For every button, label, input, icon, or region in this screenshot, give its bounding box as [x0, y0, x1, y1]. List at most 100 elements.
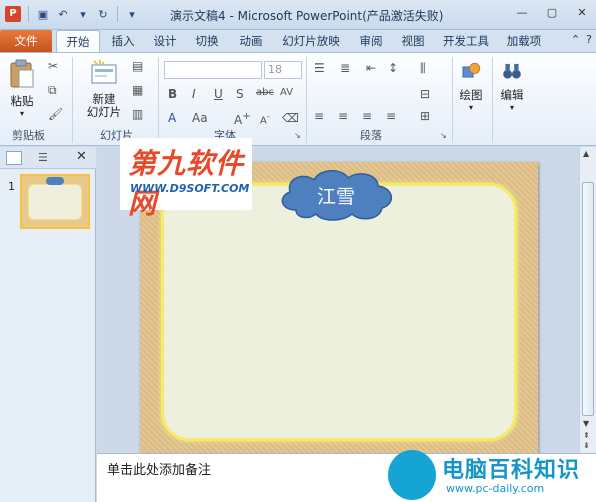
save-icon[interactable]: ▣ [35, 5, 51, 23]
title-bar: P ▣ ↶ ▾ ↻ ▾ 演示文稿4 - Microsoft PowerPoint… [0, 0, 596, 30]
group-separator [306, 57, 307, 143]
scroll-down-icon[interactable]: ▼ [583, 419, 589, 428]
scrollbar-thumb[interactable] [582, 182, 594, 416]
collapse-ribbon-icon[interactable]: ⌃ [571, 33, 580, 46]
slide-number: 1 [8, 180, 15, 193]
ribbon-help-area: ⌃ ? [571, 33, 592, 46]
char-spacing-icon[interactable]: AV [280, 87, 293, 98]
new-slide-button[interactable]: 新建 幻灯片 [82, 59, 126, 119]
paste-button[interactable]: 粘贴 ▾ [8, 59, 36, 118]
undo-icon[interactable]: ↶ [55, 5, 71, 23]
drawing-button[interactable]: 绘图 ▾ [458, 61, 484, 112]
thumbnail-frame [28, 184, 82, 220]
tab-addins[interactable]: 加载项 [504, 30, 544, 52]
copy-icon[interactable]: ⧉ [48, 83, 57, 98]
italic-icon[interactable]: I [192, 87, 196, 101]
paste-icon [10, 59, 34, 88]
paragraph-dialog-launcher-icon[interactable]: ↘ [440, 131, 447, 140]
group-separator [72, 57, 73, 143]
tab-slideshow[interactable]: 幻灯片放映 [280, 30, 342, 52]
bold-icon[interactable]: B [168, 87, 177, 101]
bullets-icon[interactable]: ☰ [314, 61, 325, 75]
font-size-combo[interactable]: 18 [264, 61, 302, 79]
text-direction-icon[interactable]: ⫼ [420, 61, 426, 76]
section-icon[interactable]: ▥ [132, 107, 143, 121]
minimize-icon[interactable]: — [514, 6, 530, 19]
redo-icon[interactable]: ↻ [95, 5, 111, 23]
new-slide-icon [91, 60, 117, 84]
thumbnail-cloud [46, 177, 64, 185]
tab-home[interactable]: 开始 [56, 30, 100, 52]
watermark-bottom-url: www.pc-daily.com [446, 482, 545, 495]
format-painter-icon[interactable]: 🖌 [48, 107, 63, 121]
smartart-icon[interactable]: ⊞ [420, 109, 430, 123]
align-text-icon[interactable]: ⊟ [420, 87, 430, 101]
underline-icon[interactable]: U [214, 87, 223, 101]
slide-thumbnail[interactable] [20, 174, 90, 229]
tab-view[interactable]: 视图 [398, 30, 428, 52]
help-icon[interactable]: ? [586, 33, 592, 46]
cloud-text[interactable]: 江雪 [274, 182, 398, 209]
close-icon[interactable]: ✕ [574, 6, 590, 19]
reset-icon[interactable]: ▦ [132, 83, 143, 97]
font-dialog-launcher-icon[interactable]: ↘ [294, 131, 301, 140]
drawing-dropdown-icon[interactable]: ▾ [469, 103, 473, 112]
ribbon-home: 粘贴 ▾ ✂ ⧉ 🖌 剪贴板 新建 幻灯片 ▤ ▦ ▥ 幻灯片 18 B I U… [0, 52, 596, 146]
qat-separator [28, 6, 29, 22]
numbering-icon[interactable]: ≣ [340, 61, 350, 75]
window-controls: — ▢ ✕ [514, 6, 590, 19]
drawing-icon [462, 62, 481, 78]
clipboard-group-label: 剪贴板 [12, 129, 45, 142]
qat-separator [117, 6, 118, 22]
vertical-scrollbar[interactable]: ▲ ▼ ⇞ ⇟ [579, 147, 596, 453]
tab-design[interactable]: 设计 [150, 30, 180, 52]
font-color-icon[interactable]: A [168, 111, 176, 125]
tab-transitions[interactable]: 切换 [192, 30, 222, 52]
customize-qat-icon[interactable]: ▾ [124, 5, 140, 23]
editing-label: 编辑 [500, 88, 524, 102]
layout-icon[interactable]: ▤ [132, 59, 143, 73]
font-name-combo[interactable] [164, 61, 262, 79]
window-title: 演示文稿4 - Microsoft PowerPoint(产品激活失败) [170, 9, 444, 23]
new-slide-label: 新建 幻灯片 [86, 92, 122, 119]
tab-insert[interactable]: 插入 [108, 30, 138, 52]
group-separator [492, 57, 493, 143]
justify-icon[interactable]: ≡ [386, 109, 396, 123]
shrink-font-icon[interactable]: A- [260, 111, 270, 126]
watermark-bottom: 电脑百科知识 www.pc-daily.com [388, 448, 596, 502]
line-spacing-icon[interactable]: ↕ [388, 61, 398, 75]
tab-slides[interactable] [6, 151, 22, 165]
change-case-icon[interactable]: Aa [192, 111, 208, 125]
editing-dropdown-icon[interactable]: ▾ [510, 103, 514, 112]
slides-panel: ☰ ✕ 1 [0, 147, 96, 502]
ribbon-tabs: 文件 开始 插入 设计 切换 动画 幻灯片放映 审阅 视图 开发工具 加载项 ⌃… [0, 30, 596, 52]
tab-review[interactable]: 审阅 [356, 30, 386, 52]
maximize-icon[interactable]: ▢ [544, 6, 560, 19]
strikethrough-icon[interactable]: abc [256, 87, 274, 98]
scroll-up-icon[interactable]: ▲ [583, 149, 589, 158]
cut-icon[interactable]: ✂ [48, 59, 58, 73]
align-center-icon[interactable]: ≡ [338, 109, 348, 123]
align-left-icon[interactable]: ≡ [314, 109, 324, 123]
grow-font-icon[interactable]: A+ [234, 111, 251, 127]
panel-close-icon[interactable]: ✕ [76, 149, 87, 164]
slides-panel-tabs: ☰ ✕ [0, 147, 96, 169]
outline-tab-icon[interactable]: ☰ [38, 151, 58, 165]
tab-animations[interactable]: 动画 [236, 30, 266, 52]
align-right-icon[interactable]: ≡ [362, 109, 372, 123]
group-separator [452, 57, 453, 143]
decrease-indent-icon[interactable]: ⇤ [366, 61, 376, 75]
paste-dropdown-icon[interactable]: ▾ [20, 109, 24, 118]
tab-file[interactable]: 文件 [0, 30, 52, 52]
powerpoint-logo-icon[interactable]: P [5, 6, 21, 22]
previous-slide-icon[interactable]: ⇞ [583, 431, 590, 440]
notes-placeholder[interactable]: 单击此处添加备注 [107, 459, 211, 478]
editing-button[interactable]: 编辑 ▾ [498, 61, 526, 112]
shadow-icon[interactable]: S [236, 87, 244, 101]
binoculars-icon [503, 63, 521, 79]
undo-dropdown-icon[interactable]: ▾ [75, 5, 91, 23]
group-separator [158, 57, 159, 143]
tab-developer[interactable]: 开发工具 [440, 30, 492, 52]
paste-label: 粘贴 [10, 94, 34, 108]
clear-format-icon[interactable]: ⌫ [282, 111, 299, 125]
